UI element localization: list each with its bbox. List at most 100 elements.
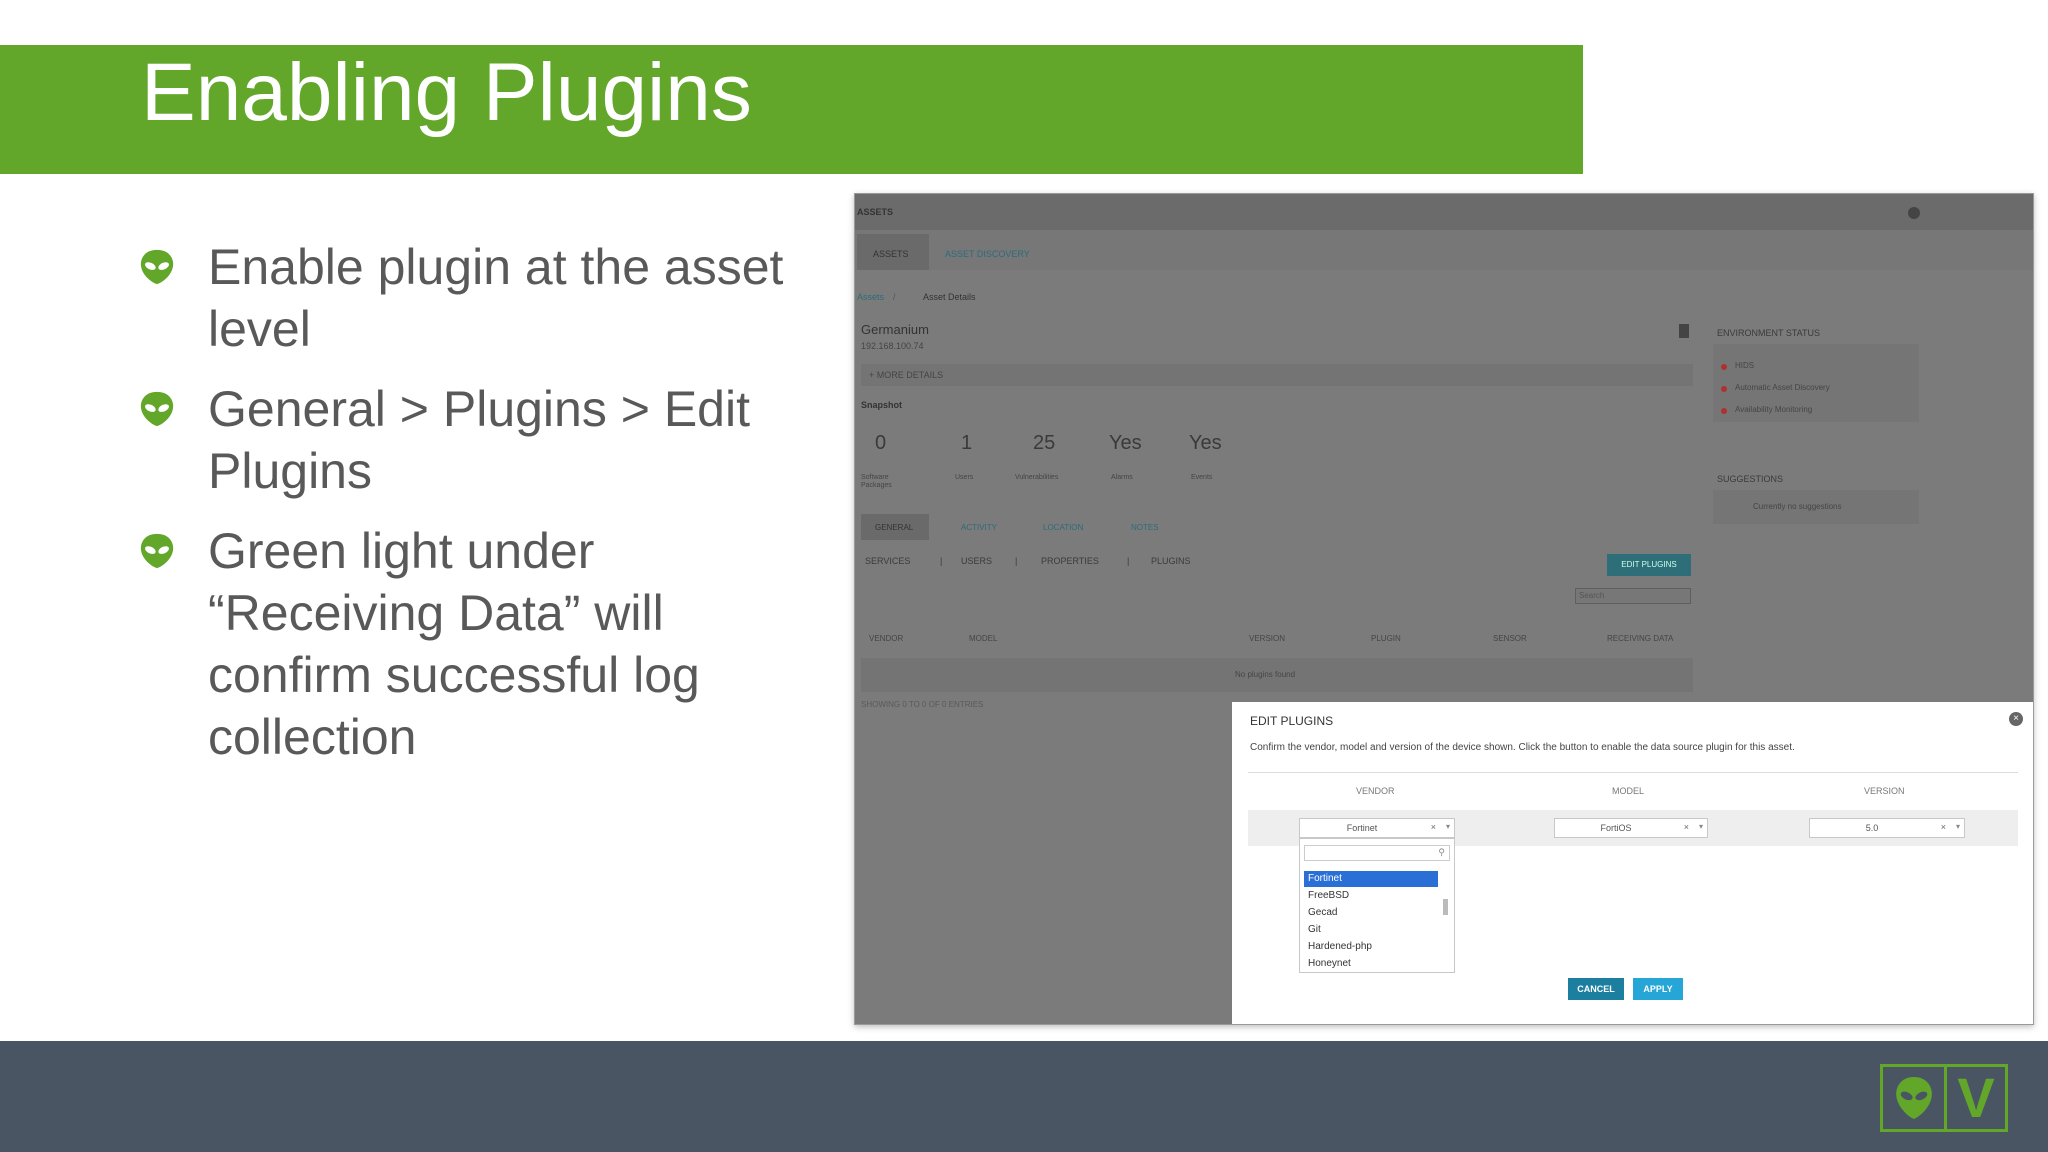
modal-header-version: VERSION — [1864, 786, 1905, 796]
modal-description: Confirm the vendor, model and version of… — [1250, 742, 1795, 753]
subtab-separator: | — [1015, 556, 1018, 566]
more-details-bar[interactable] — [861, 364, 1693, 386]
dropdown-option[interactable]: Hardened-php — [1304, 939, 1438, 955]
status-dot-red — [1721, 408, 1727, 414]
chevron-down-icon[interactable]: ▾ — [1956, 822, 1960, 831]
company-logo: V — [1880, 1064, 2008, 1132]
col-version: VERSION — [1249, 634, 1286, 643]
vendor-dropdown-list: ⚲ Fortinet FreeBSD Gecad Git Hardened-ph… — [1299, 838, 1455, 973]
stat-events-label: Events — [1191, 474, 1213, 481]
tab-notes[interactable]: NOTES — [1131, 523, 1159, 532]
suggestions-text: Currently no suggestions — [1753, 502, 1842, 511]
stat-software-value: 0 — [875, 432, 887, 454]
alien-head-icon — [140, 533, 174, 569]
bullet-text: Enable plugin at the asset level — [208, 239, 784, 357]
dropdown-option[interactable]: Honeynet — [1304, 956, 1438, 972]
dropdown-option[interactable]: FreeBSD — [1304, 888, 1438, 904]
model-select[interactable]: FortiOS × ▾ — [1554, 818, 1708, 838]
tab-location[interactable]: LOCATION — [1043, 523, 1083, 532]
bullet-item: Enable plugin at the asset level — [138, 236, 798, 360]
vendor-select-value: Fortinet — [1346, 823, 1378, 833]
tab-activity[interactable]: ACTIVITY — [961, 523, 997, 532]
settings-icon[interactable] — [1908, 207, 1920, 219]
app-header — [855, 194, 2033, 230]
version-select[interactable]: 5.0 × ▾ — [1809, 818, 1965, 838]
stat-events-value: Yes — [1189, 432, 1222, 454]
stat-users-label: Users — [955, 474, 974, 481]
tab-bar — [855, 230, 2033, 270]
clear-icon[interactable]: × — [1941, 822, 1946, 832]
app-screenshot: ASSETS ASSETS ASSET DISCOVERY Assets / A… — [854, 193, 2034, 1025]
snapshot-label: Snapshot — [861, 400, 903, 410]
col-model: MODEL — [969, 634, 998, 643]
dropdown-option[interactable]: Git — [1304, 922, 1438, 938]
chevron-down-icon[interactable]: ▾ — [1446, 822, 1450, 831]
suggestions-title: SUGGESTIONS — [1717, 474, 1784, 484]
tab-asset-discovery[interactable]: ASSET DISCOVERY — [945, 249, 1030, 259]
chevron-down-icon[interactable]: ▾ — [1699, 822, 1703, 831]
dropdown-scrollbar[interactable] — [1443, 899, 1448, 915]
status-dot-red — [1721, 386, 1727, 392]
stat-software-label: Software Packages — [861, 474, 892, 489]
dropdown-option[interactable]: Gecad — [1304, 905, 1438, 921]
col-vendor: VENDOR — [869, 634, 904, 643]
bullet-item: General > Plugins > Edit Plugins — [138, 378, 798, 502]
alien-head-icon — [1895, 1077, 1932, 1119]
subtab-properties[interactable]: PROPERTIES — [1041, 556, 1099, 566]
subtab-services[interactable]: SERVICES — [865, 556, 910, 566]
apply-button[interactable]: APPLY — [1633, 978, 1683, 1000]
env-item-discovery: Automatic Asset Discovery — [1735, 383, 1830, 392]
logo-letter: V — [1957, 1066, 1995, 1129]
env-item-hids: HIDS — [1735, 361, 1755, 370]
stat-vuln-value: 25 — [1033, 432, 1056, 454]
logo-icon-cell — [1883, 1067, 1944, 1129]
col-receiving-data: RECEIVING DATA — [1607, 634, 1674, 643]
modal-title: EDIT PLUGINS — [1250, 714, 1334, 728]
divider — [1248, 772, 2018, 773]
search-placeholder: Search — [1579, 591, 1605, 600]
cancel-button[interactable]: CANCEL — [1568, 978, 1624, 1000]
table-footer: SHOWING 0 TO 0 OF 0 ENTRIES — [861, 700, 984, 709]
delete-icon[interactable] — [1679, 324, 1689, 338]
modal-header-vendor: VENDOR — [1356, 786, 1395, 796]
alien-head-icon — [140, 249, 174, 285]
status-dot-red — [1721, 364, 1727, 370]
subtab-separator: | — [1127, 556, 1130, 566]
more-details-link[interactable]: + MORE DETAILS — [869, 370, 943, 380]
footer-bar — [0, 1041, 2048, 1152]
asset-name: Germanium — [861, 322, 929, 337]
dropdown-option[interactable]: Fortinet — [1304, 871, 1438, 887]
dropdown-search-input[interactable]: ⚲ — [1304, 845, 1450, 861]
vendor-select[interactable]: Fortinet × ▾ — [1299, 818, 1455, 838]
stat-users-value: 1 — [961, 432, 973, 454]
bullet-item: Green light under “Receiving Data” will … — [138, 520, 798, 768]
env-item-availability: Availability Monitoring — [1735, 405, 1813, 414]
stat-alarms-label: Alarms — [1111, 474, 1133, 481]
bullet-list: Enable plugin at the asset level General… — [138, 236, 798, 786]
bullet-text: General > Plugins > Edit Plugins — [208, 381, 750, 499]
bullet-text: Green light under “Receiving Data” will … — [208, 523, 700, 765]
asset-ip: 192.168.100.74 — [861, 341, 924, 351]
tab-general-label: GENERAL — [875, 523, 914, 532]
logo-letter-cell: V — [1944, 1067, 2005, 1129]
edit-plugins-button-label: EDIT PLUGINS — [1621, 560, 1677, 569]
subtab-separator: | — [940, 556, 943, 566]
breadcrumb-root[interactable]: Assets — [857, 292, 884, 302]
version-select-value: 5.0 — [1865, 823, 1879, 833]
breadcrumb-current: Asset Details — [923, 292, 976, 302]
clear-icon[interactable]: × — [1431, 822, 1436, 832]
table-empty-message: No plugins found — [1235, 670, 1296, 679]
search-icon: ⚲ — [1438, 847, 1445, 857]
subtab-plugins[interactable]: PLUGINS — [1151, 556, 1191, 566]
app-header-title: ASSETS — [857, 207, 894, 217]
col-sensor: SENSOR — [1493, 634, 1527, 643]
env-status-title: ENVIRONMENT STATUS — [1717, 328, 1821, 338]
tab-assets-label: ASSETS — [873, 249, 909, 259]
clear-icon[interactable]: × — [1684, 822, 1689, 832]
subtab-users[interactable]: USERS — [961, 556, 992, 566]
breadcrumb-separator: / — [893, 292, 896, 302]
model-select-value: FortiOS — [1600, 823, 1632, 833]
alien-head-icon — [140, 391, 174, 427]
close-icon[interactable]: × — [2009, 712, 2023, 726]
stat-alarms-value: Yes — [1109, 432, 1142, 454]
